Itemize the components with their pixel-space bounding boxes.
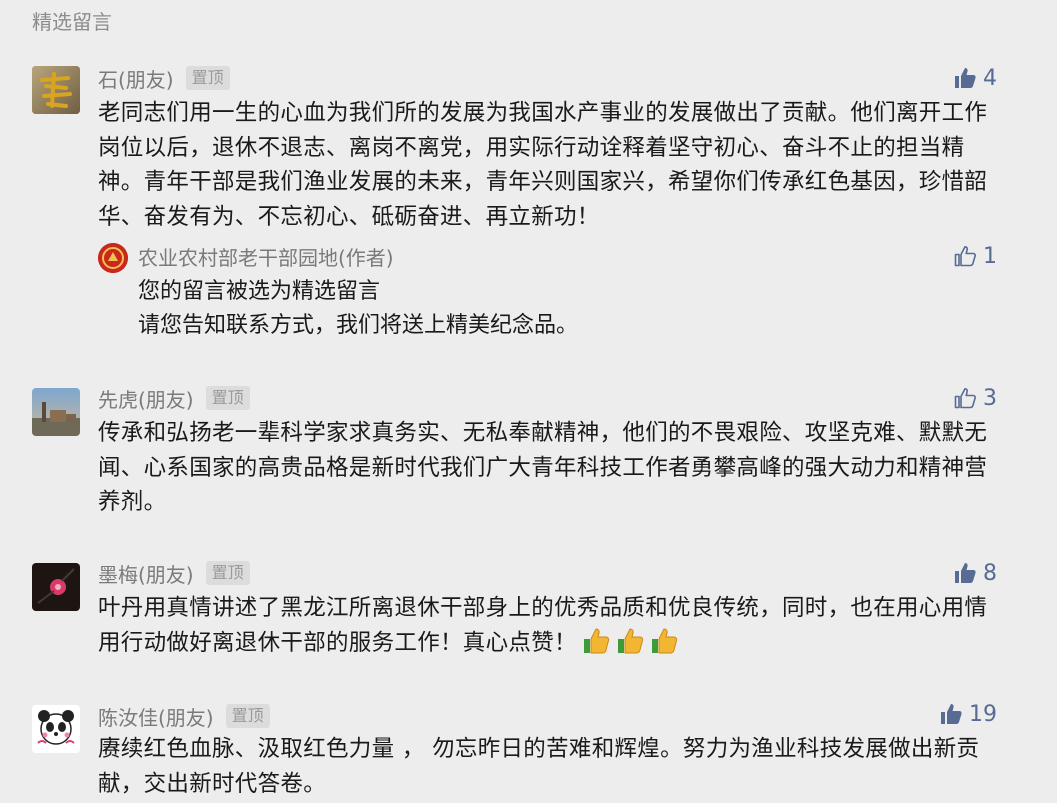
like-button[interactable]: 19 (939, 700, 997, 728)
section-title: 精选留言 (32, 10, 112, 34)
author-name: 农业农村部老干部园地(作者) (138, 246, 394, 270)
like-button[interactable]: 3 (953, 384, 997, 412)
thumbs-up-filled-icon (941, 704, 962, 724)
comment-text: 赓续红色血脉、汲取红色力量 ， 勿忘昨日的苦难和辉煌。努力为渔业科技发展做出新贡… (98, 736, 980, 797)
pinned-badge: 置顶 (185, 66, 230, 90)
like-count: 1 (983, 243, 997, 269)
comment-text: 老同志们用一生的心血为我们所的发展为我国水产事业的发展做出了贡献。他们离开工作岗… (98, 100, 988, 230)
thumbs-up-filled-icon (955, 563, 976, 583)
pinned-badge: 置顶 (225, 704, 270, 728)
reply-line: 您的留言被选为精选留言 (138, 279, 381, 304)
thumbs-up-filled-icon (955, 68, 976, 88)
thumbs-up-emoji-icon (649, 626, 679, 667)
pinned-badge: 置顶 (205, 561, 250, 585)
like-button[interactable]: 8 (953, 559, 997, 587)
commenter-name: 陈汝佳(朋友) (98, 705, 214, 730)
thumbs-up-emoji-icon (581, 626, 611, 667)
reply-line: 请您告知联系方式，我们将送上精美纪念品。 (138, 313, 579, 338)
pinned-badge: 置顶 (205, 386, 250, 410)
reply-like-button[interactable]: 1 (953, 242, 997, 270)
avatar[interactable] (32, 563, 80, 611)
avatar[interactable] (32, 705, 80, 753)
like-button[interactable]: 4 (953, 64, 997, 92)
like-count: 3 (983, 385, 997, 411)
thumbs-up-outline-icon (954, 246, 976, 267)
author-avatar[interactable] (98, 243, 128, 273)
like-count: 4 (983, 65, 997, 91)
comment-text-body: 叶丹用真情讲述了黑龙江所离退休干部身上的优秀品质和优良传统，同时，也在用心用情用… (98, 595, 988, 656)
thumbs-up-outline-icon (954, 388, 976, 409)
commenter-name: 墨梅(朋友) (98, 562, 194, 587)
like-count: 8 (983, 560, 997, 586)
commenter-name: 先虎(朋友) (98, 387, 194, 412)
avatar[interactable] (32, 66, 80, 114)
comment-text: 传承和弘扬老一辈科学家求真务实、无私奉献精神，他们的不畏艰险、攻坚克难、默默无闻… (98, 420, 988, 515)
thumbs-up-emoji-icon (615, 626, 645, 667)
avatar[interactable] (32, 388, 80, 436)
commenter-name: 石(朋友) (98, 67, 174, 92)
comment-text: 叶丹用真情讲述了黑龙江所离退休干部身上的优秀品质和优良传统，同时，也在用心用情用… (98, 591, 1003, 666)
like-count: 19 (969, 701, 997, 727)
